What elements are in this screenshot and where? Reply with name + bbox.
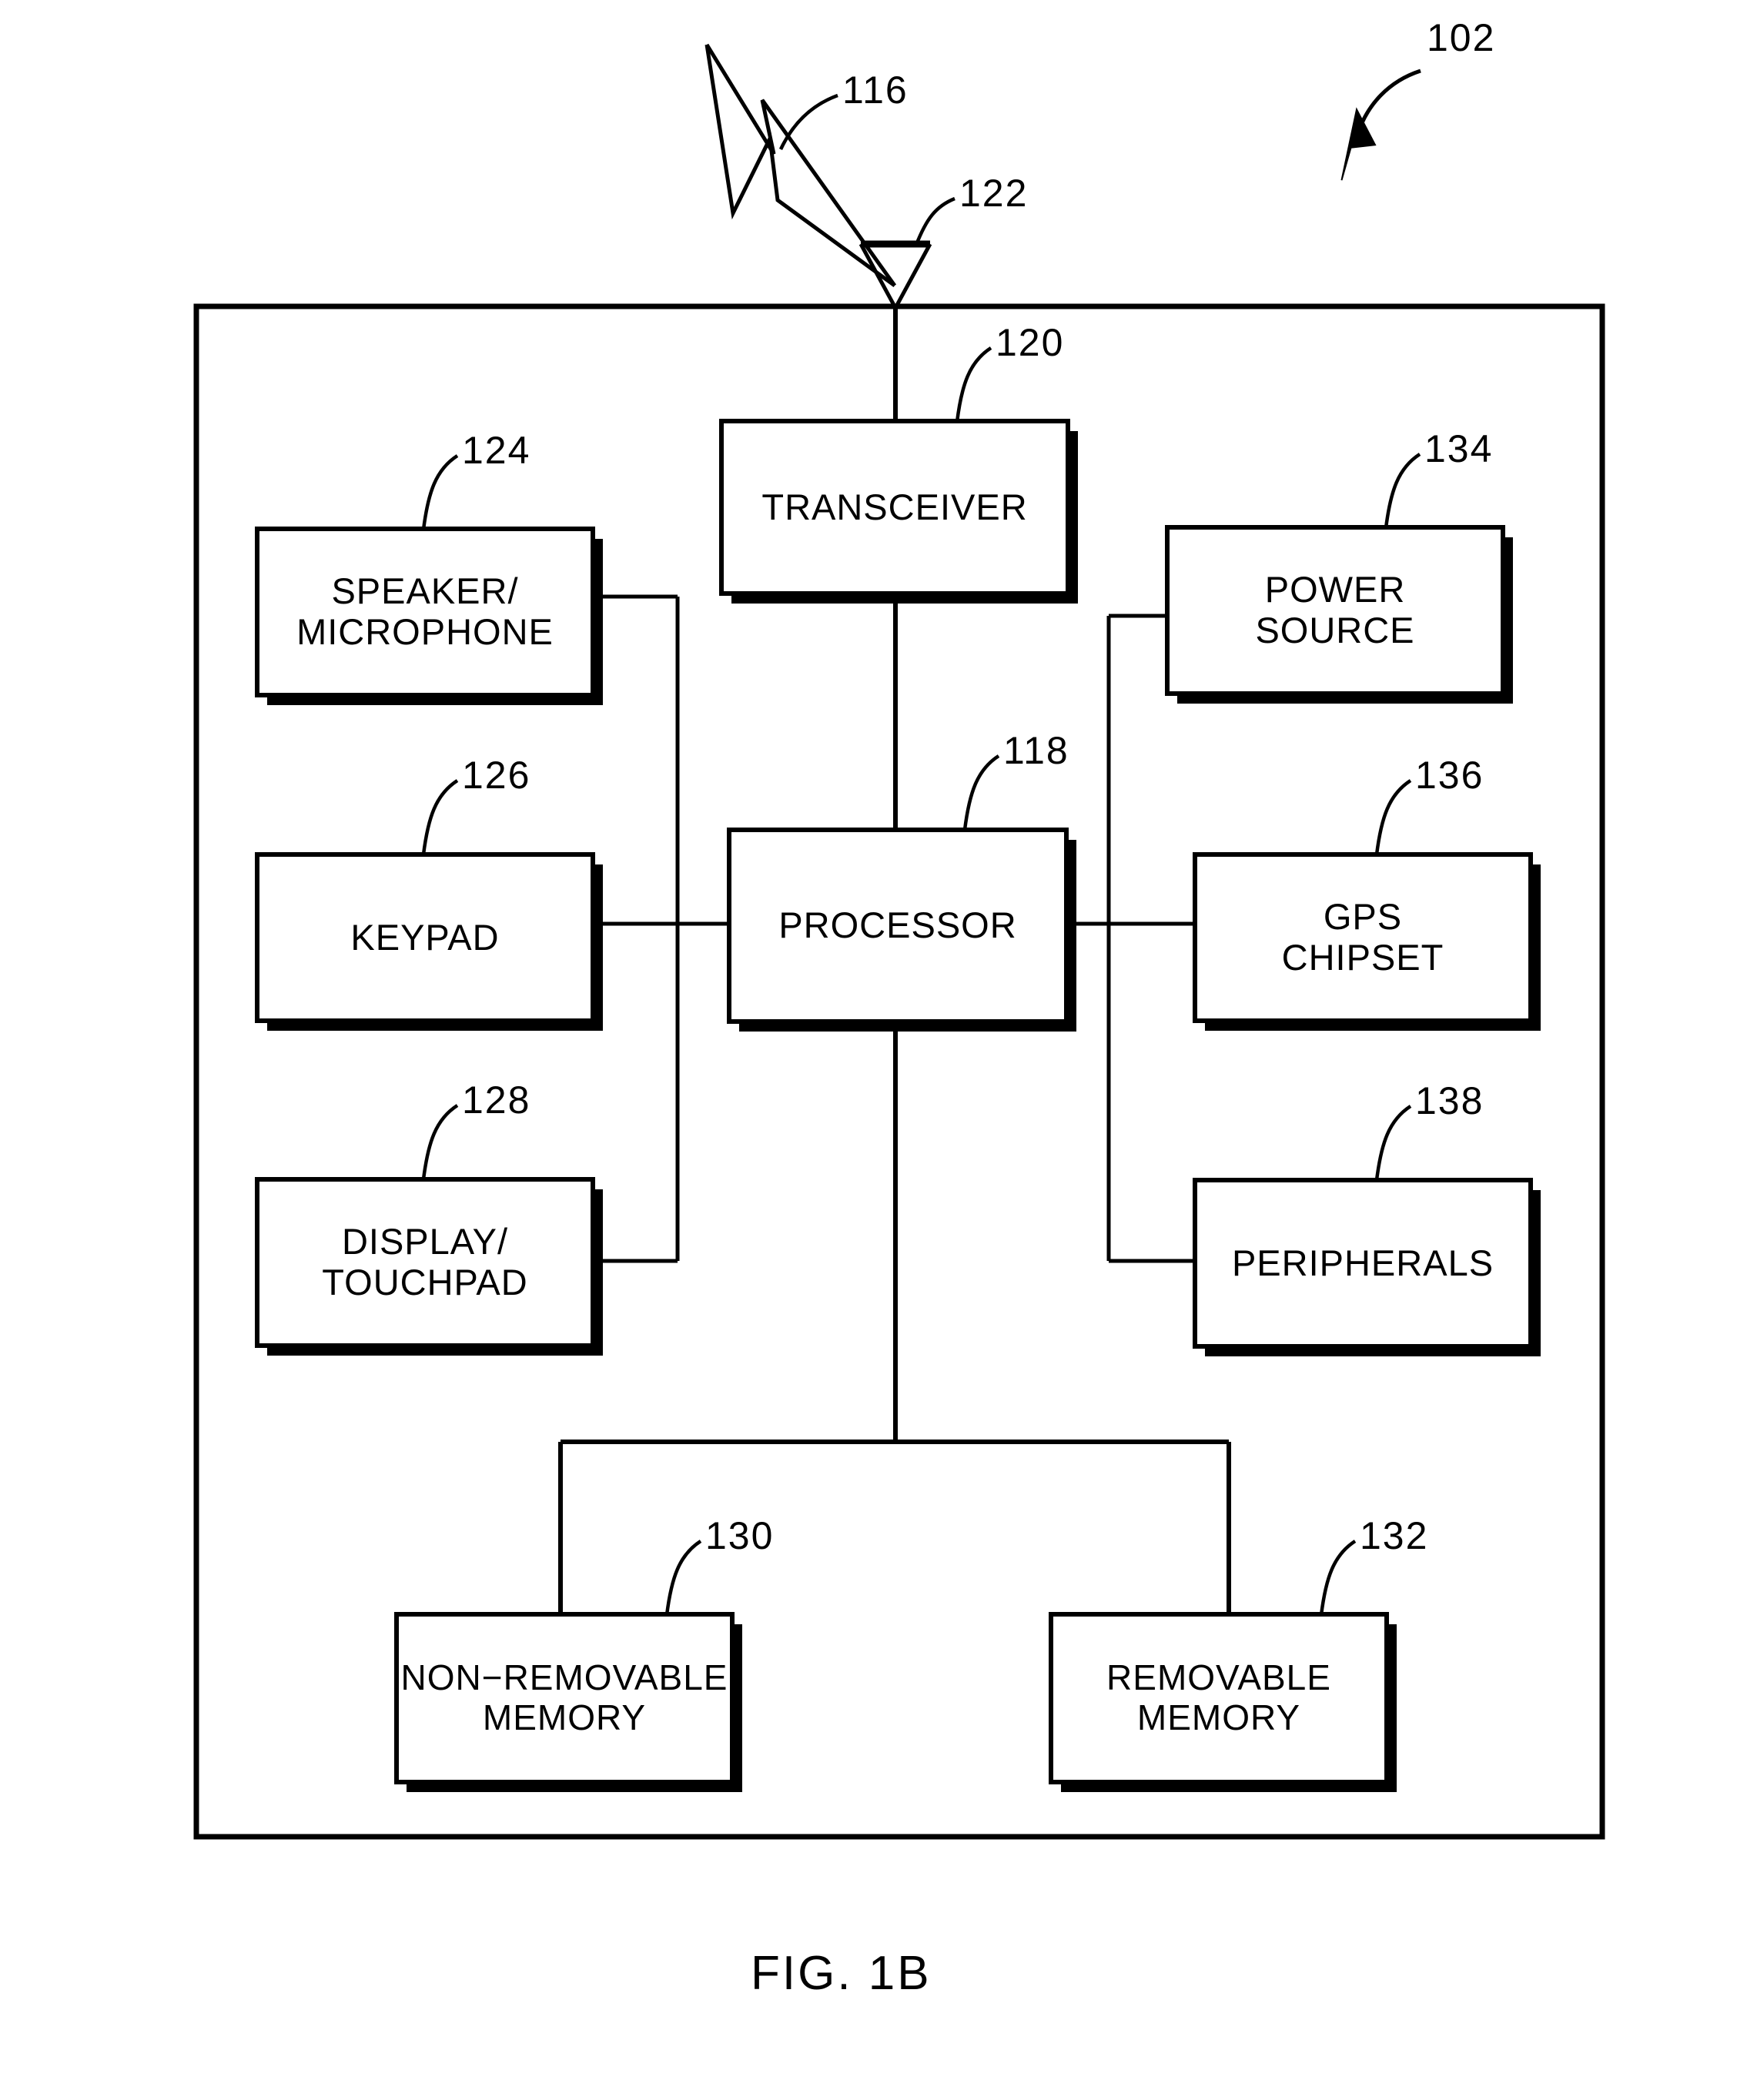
ref-numeral-128: 128	[462, 1078, 531, 1122]
block-non-removable-memory[interactable]	[394, 1612, 742, 1792]
ref-numeral-124: 124	[462, 429, 531, 472]
ref-numeral-126: 126	[462, 754, 531, 797]
ref-numeral-118: 118	[1003, 729, 1069, 772]
ref-numeral-132: 132	[1360, 1514, 1429, 1557]
leader-line-116	[778, 93, 838, 150]
ref-numeral-134: 134	[1424, 427, 1494, 470]
ref-numeral-120: 120	[996, 321, 1065, 364]
device-pointer-arrow	[1340, 69, 1421, 181]
ref-numeral-136: 136	[1415, 754, 1484, 797]
block-gps-chipset[interactable]	[1193, 852, 1541, 1031]
ref-numeral-138: 138	[1415, 1079, 1484, 1122]
figure-caption: FIG. 1B	[751, 1947, 932, 2000]
leader-line-122	[914, 196, 955, 246]
ref-numeral-116: 116	[842, 69, 909, 112]
ref-numeral-102: 102	[1427, 16, 1496, 59]
block-processor[interactable]	[727, 828, 1076, 1032]
block-power-source[interactable]	[1165, 525, 1513, 704]
ref-numeral-130: 130	[705, 1514, 775, 1557]
block-diagram-svg	[193, 43, 1605, 1840]
block-display-touchpad[interactable]	[255, 1177, 603, 1356]
block-speaker-microphone[interactable]	[255, 527, 603, 705]
block-removable-memory[interactable]	[1049, 1612, 1397, 1792]
block-keypad[interactable]	[255, 852, 603, 1031]
block-peripherals[interactable]	[1193, 1178, 1541, 1356]
figure-canvas: TRANSCEIVER PROCESSOR SPEAKER/ MICROPHON…	[0, 0, 1747, 2100]
ref-numeral-122: 122	[959, 172, 1029, 215]
block-transceiver[interactable]	[719, 419, 1078, 604]
